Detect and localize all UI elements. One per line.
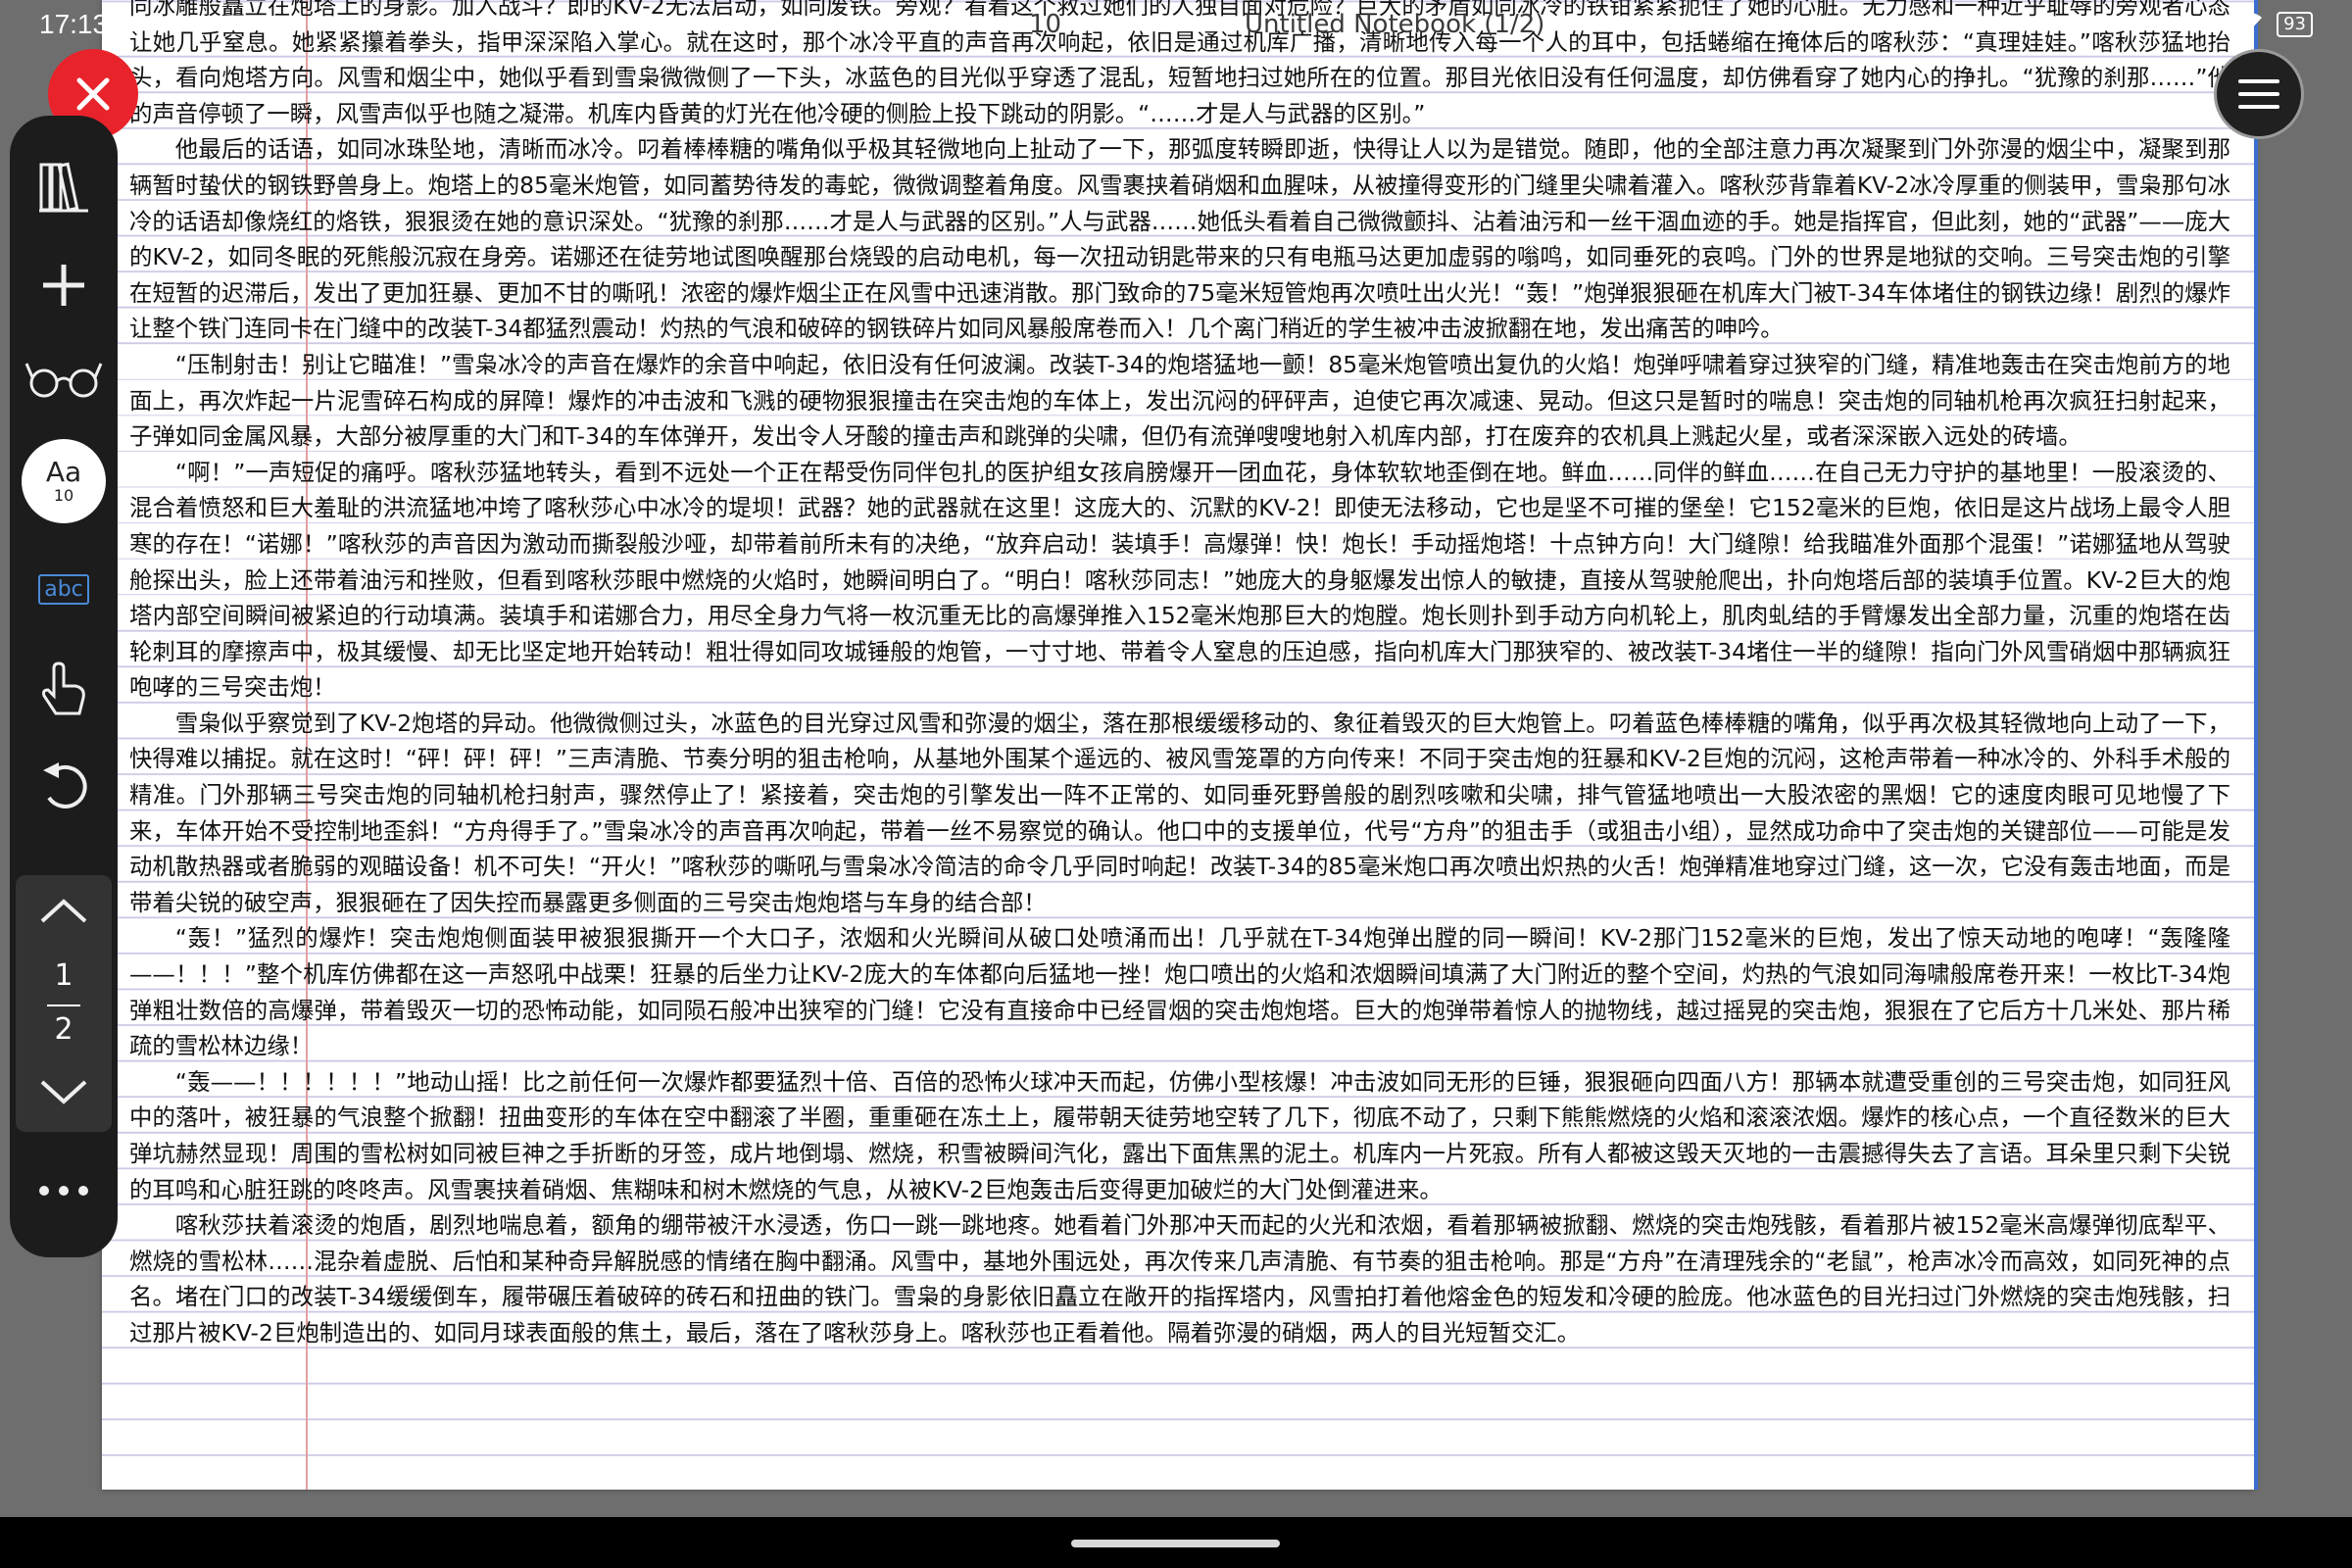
chevron-down-icon (40, 1080, 87, 1104)
main-menu-button[interactable] (2214, 49, 2304, 139)
close-icon (76, 77, 110, 111)
battery-icon: 93 (2277, 12, 2313, 37)
undo-icon (43, 762, 87, 808)
page-number-indicator: 10 (1029, 10, 1062, 39)
page-edge-marker (2254, 0, 2258, 1490)
hand-pointer-icon (42, 662, 85, 715)
paragraph: “轰！”猛烈的爆炸！突击炮炮侧面装甲被狠狠撕开一个大口子，浓烟和火光瞬间从破口处… (129, 924, 2230, 1060)
previous-page-button[interactable] (16, 879, 112, 944)
more-options-button[interactable] (10, 1147, 118, 1235)
status-time: 17:13 (39, 9, 109, 39)
paragraph: “啊！”一声短促的痛呼。喀秋莎猛地转头，看到不远处一个正在帮受伤同伴包扎的医护组… (129, 458, 2230, 702)
library-button[interactable] (10, 141, 118, 229)
home-indicator[interactable] (1071, 1540, 1280, 1547)
status-icons: ✱ 93 (2202, 10, 2313, 39)
paragraph: “压制射击！别让它瞄准！”雪枭冰冷的声音在爆炸的余音中响起，依旧没有任何波澜。改… (129, 350, 2230, 451)
wifi-icon (2237, 10, 2263, 39)
page-separator (47, 1004, 80, 1006)
paragraph: “轰——！！！！！！”地动山摇！比之前任何一次爆炸都要猛烈十倍、百倍的恐怖火球冲… (129, 1067, 2230, 1203)
paragraph: 他最后的话语，如同冰珠坠地，清晰而冰冷。叼着棒棒糖的嘴角似乎极其轻微地向上扯动了… (129, 135, 2230, 343)
next-page-button[interactable] (16, 1059, 112, 1124)
current-page: 1 (54, 958, 74, 993)
hamburger-icon (2238, 79, 2279, 109)
bluetooth-icon: ✱ (2202, 10, 2225, 39)
notebook-title[interactable]: Untitled Notebook (1/2) (1245, 10, 1544, 39)
glasses-icon (24, 363, 103, 398)
more-dots-icon (39, 1186, 88, 1196)
page-navigator: 1 2 (16, 875, 112, 1132)
paragraph: 雪枭似乎察觉到了KV-2炮塔的异动。他微微侧过头，冰蓝色的目光穿过风雪和弥漫的烟… (129, 709, 2230, 916)
gesture-button[interactable] (10, 645, 118, 733)
status-bar: 17:13 10 Untitled Notebook (1/2) ✱ 93 (0, 0, 2352, 47)
paragraph: 喀秋莎扶着滚烫的炮盾，剧烈地喘息着，额角的绷带被汗水浸透，伤口一跳一跳地疼。她看… (129, 1211, 2230, 1347)
left-toolbar: Aa 10 abc 1 2 (10, 116, 118, 1257)
plus-icon (43, 265, 84, 306)
font-size-button[interactable]: Aa 10 (10, 429, 118, 533)
reading-mode-button[interactable] (10, 333, 118, 421)
text-recognition-button[interactable]: abc (10, 545, 118, 633)
battery-level: 93 (2283, 14, 2306, 34)
font-size-indicator: Aa 10 (22, 439, 106, 523)
font-size-value: 10 (53, 486, 74, 505)
total-pages: 2 (54, 1012, 74, 1047)
add-page-button[interactable] (10, 241, 118, 329)
text-mode-icon: abc (38, 573, 89, 605)
document-text[interactable]: 同冰雕般矗立在炮塔上的身影。加入战斗？即的KV-2无法启动，如同废铁。旁观？看着… (129, 0, 2230, 1351)
undo-button[interactable] (10, 743, 118, 831)
chevron-up-icon (40, 899, 87, 923)
font-label: Aa (45, 456, 82, 488)
library-icon (39, 162, 88, 213)
notebook-page[interactable]: 同冰雕般矗立在炮塔上的身影。加入战斗？即的KV-2无法启动，如同废铁。旁观？看着… (102, 0, 2254, 1490)
